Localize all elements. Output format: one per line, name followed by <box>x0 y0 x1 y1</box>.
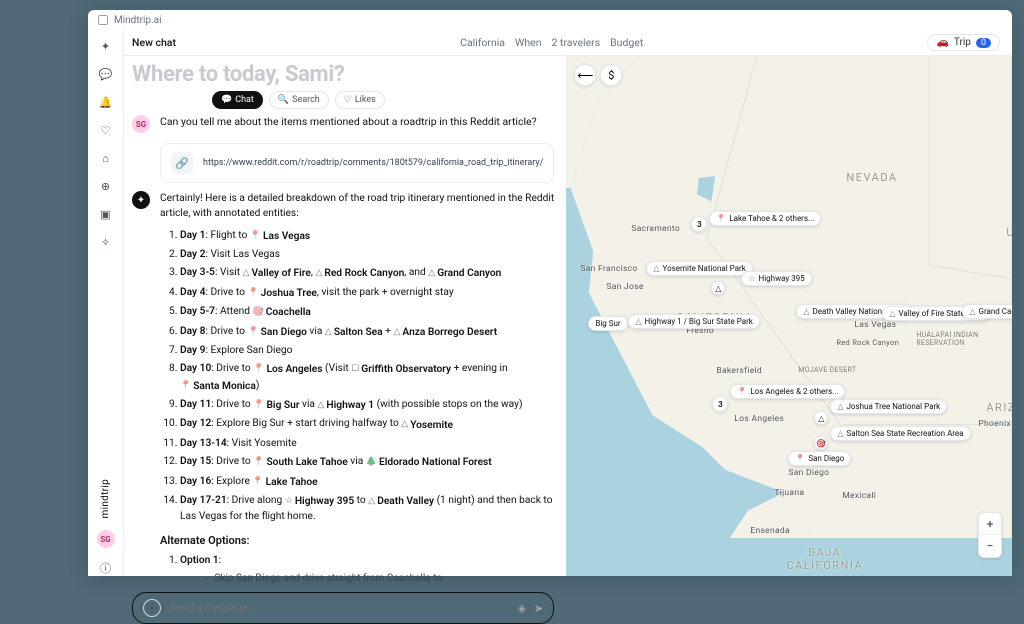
poi-gcnp[interactable]: △Grand Canyon National Park <box>962 304 1012 319</box>
main-content: Where to today, Sami? 💬Chat 🔍Search ♡Lik… <box>88 56 1012 576</box>
zoom-controls: + − <box>978 512 1002 558</box>
map-price-button[interactable]: $ <box>600 64 622 86</box>
trip-count: 0 <box>976 38 991 48</box>
hero-greeting: Where to today, Sami? <box>132 62 554 87</box>
link-url: https://www.reddit.com/r/roadtrip/commen… <box>203 158 543 168</box>
filter-destination[interactable]: California <box>460 36 505 49</box>
poi-yosemite[interactable]: △Yosemite National Park <box>646 261 752 276</box>
pin-icon: 📍 <box>795 454 805 463</box>
poi-la[interactable]: 📍Los Angeles & 2 others... <box>730 384 845 399</box>
opt1-detail: ◦ Skip San Diego and drive straight from… <box>180 571 554 586</box>
link-attachment[interactable]: 🔗 https://www.reddit.com/r/roadtrip/comm… <box>160 143 554 183</box>
mode-chat[interactable]: 💬Chat <box>212 91 263 109</box>
ai-avatar: ✦ <box>132 191 150 209</box>
poi-jtnp[interactable]: △Joshua Tree National Park <box>830 399 947 414</box>
link-icon: 🔗 <box>171 152 193 174</box>
ai-message-body: Certainly! Here is a detailed breakdown … <box>160 191 554 592</box>
fire-icon: △ <box>889 309 895 318</box>
composer: + ◈ ➤ <box>132 592 554 624</box>
chat-panel: Where to today, Sami? 💬Chat 🔍Search ♡Lik… <box>88 56 566 576</box>
itinerary-day-7: Day 9: Explore San Diego <box>180 343 554 358</box>
trip-button[interactable]: 🚗 Trip 0 <box>927 34 1000 51</box>
poi-laketahoe[interactable]: 📍Lake Tahoe & 2 others... <box>709 211 821 226</box>
star-icon: ☆ <box>748 274 755 283</box>
itinerary-day-2: Day 2: Visit Las Vegas <box>180 247 554 262</box>
route-icon: △ <box>635 317 641 326</box>
map-svg <box>566 56 1012 538</box>
user-message: Can you tell me about the items mentione… <box>160 115 537 128</box>
itinerary-day-3: Day 3-5: Visit Valley of Fire, Red Rock … <box>180 265 554 281</box>
car-icon: 🚗 <box>936 37 948 48</box>
poi-sd[interactable]: 📍San Diego <box>788 451 851 466</box>
poi-ssra[interactable]: △Salton Sea State Recreation Area <box>830 426 970 441</box>
itinerary-day-1: Day 1: Flight to Las Vegas <box>180 228 554 244</box>
ai-message-row: ✦ Certainly! Here is a detailed breakdow… <box>132 191 554 592</box>
itinerary-day-8: Day 10: Drive to Los Angeles (Visit Grif… <box>180 361 554 394</box>
tree-icon: △ <box>837 402 843 411</box>
top-toolbar: New chat California When 2 travelers Bud… <box>88 30 1012 56</box>
pin-icon: 📍 <box>737 387 747 396</box>
zoom-in-button[interactable]: + <box>979 513 1001 535</box>
canyon-icon: △ <box>969 307 975 316</box>
itinerary-day-10: Day 12: Explore Big Sur + start driving … <box>180 416 554 432</box>
filter-pills: California When 2 travelers Budget <box>460 36 643 49</box>
user-message-row: SG Can you tell me about the items menti… <box>132 115 554 133</box>
water-icon: △ <box>837 429 843 438</box>
filter-when[interactable]: When <box>515 36 541 49</box>
heart-icon: ♡ <box>344 95 352 105</box>
new-chat-button[interactable]: New chat <box>132 36 176 49</box>
itinerary-day-4: Day 4: Drive to Joshua Tree, visit the p… <box>180 285 554 301</box>
itinerary-day-6: Day 8: Drive to San Diego via Salton Sea… <box>180 324 554 340</box>
mic-icon[interactable]: ◈ <box>518 602 526 615</box>
composer-input[interactable] <box>169 602 510 614</box>
itinerary-day-9: Day 11: Drive to Big Sur via Highway 1 (… <box>180 397 554 413</box>
tree-icon: △ <box>653 264 659 273</box>
mode-bar: 💬Chat 🔍Search ♡Likes <box>212 91 554 109</box>
poi-hwy395[interactable]: ☆Highway 395 <box>741 271 811 286</box>
itinerary-day-13: Day 16: Explore Lake Tahoe <box>180 474 554 490</box>
mode-search[interactable]: 🔍Search <box>269 91 329 109</box>
opt1-label: Option 1 <box>180 555 219 566</box>
zoom-out-button[interactable]: − <box>979 535 1001 557</box>
region-baja: BAJA CALIFORNIA <box>786 546 863 572</box>
map-panel[interactable]: ⟵ $ NEVADA UTAH ARIZONA CALIFORNIA BAJA … <box>566 56 1012 576</box>
poi-bigsur[interactable]: Big Sur <box>588 316 627 331</box>
tab-title: Mindtrip.ai <box>114 15 162 26</box>
browser-tab: Mindtrip.ai <box>88 10 1012 30</box>
ai-intro-text: Certainly! Here is a detailed breakdown … <box>160 191 554 222</box>
map-top-left-controls: ⟵ $ <box>574 64 622 86</box>
alt-list: Option 1: ◦ Skip San Diego and drive str… <box>160 553 554 586</box>
mode-likes[interactable]: ♡Likes <box>335 91 385 109</box>
itinerary-list: Day 1: Flight to Las Vegas Day 2: Visit L… <box>160 228 554 525</box>
trip-label: Trip <box>954 37 971 48</box>
alt-option: Option 1: ◦ Skip San Diego and drive str… <box>180 553 554 586</box>
filter-travelers[interactable]: 2 travelers <box>552 36 601 49</box>
chat-bubble-icon: 💬 <box>221 95 232 105</box>
search-icon: 🔍 <box>278 95 289 105</box>
itinerary-day-5: Day 5-7: Attend Coachella <box>180 304 554 320</box>
user-avatar: SG <box>132 115 150 133</box>
itinerary-day-11: Day 13-14: Visit Yosemite <box>180 436 554 451</box>
filter-budget[interactable]: Budget <box>610 36 643 49</box>
itinerary-day-12: Day 15: Drive to South Lake Tahoe via El… <box>180 454 554 470</box>
itinerary-day-14: Day 17-21: Drive along Highway 395 to De… <box>180 493 554 525</box>
map-back-button[interactable]: ⟵ <box>574 64 596 86</box>
poi-hwy1[interactable]: △Highway 1 / Big Sur State Park <box>628 314 760 329</box>
send-icon[interactable]: ➤ <box>534 602 543 615</box>
pin-icon: 📍 <box>716 214 726 223</box>
park-icon: △ <box>803 307 809 316</box>
tab-favicon <box>98 15 108 25</box>
sparkle-icon[interactable]: ✦ <box>98 38 114 54</box>
alt-heading: Alternate Options: <box>160 533 554 550</box>
add-attachment-button[interactable]: + <box>143 599 161 617</box>
app-window: Mindtrip.ai ✦ 💬 🔔 ♡ ⌂ ⊕ ▣ ✧ mindtrip SG … <box>88 10 1012 576</box>
